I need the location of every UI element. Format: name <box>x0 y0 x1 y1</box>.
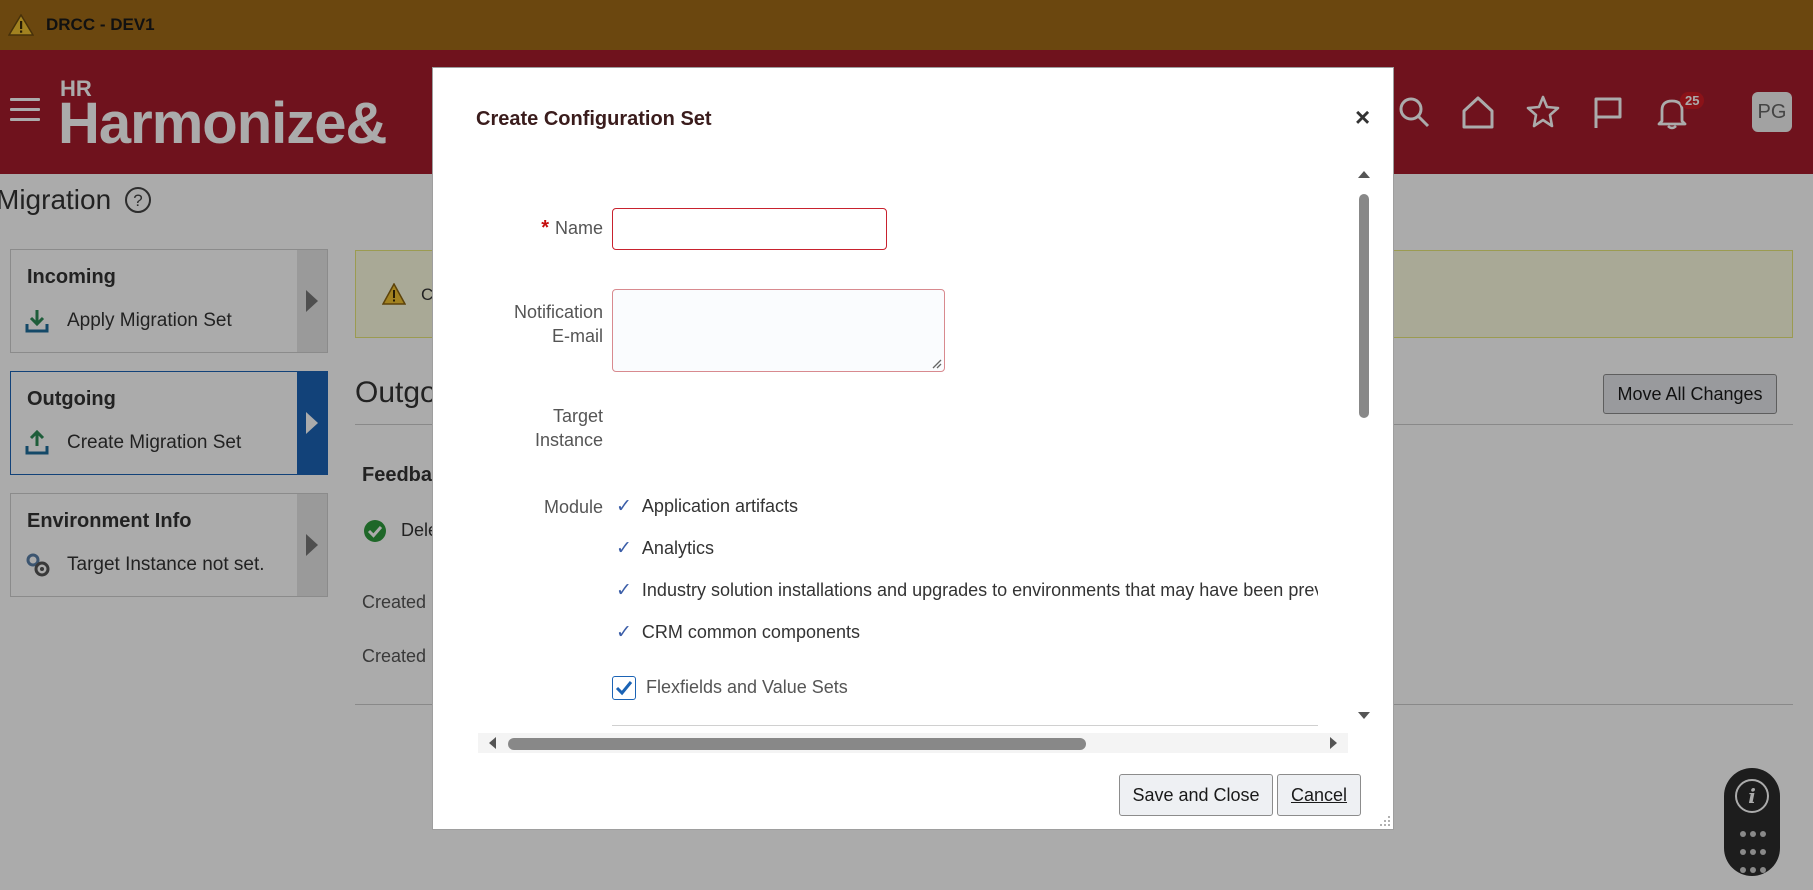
scroll-down-icon[interactable] <box>1357 710 1371 722</box>
cancel-button[interactable]: Cancel <box>1277 774 1361 816</box>
name-label-text: Name <box>554 218 603 238</box>
vertical-scrollbar[interactable] <box>1355 168 1373 728</box>
email-label-line2: E-mail <box>551 326 603 346</box>
notification-email-textarea[interactable] <box>612 289 945 372</box>
create-configuration-set-dialog: Create Configuration Set × * Name Notific… <box>432 67 1394 830</box>
module-list: ✓ Application artifacts ✓ Analytics ✓ Indus… <box>612 463 1318 683</box>
checkmark-icon: ✓ <box>616 496 632 517</box>
module-label-text: Analytics <box>641 538 714 558</box>
scroll-right-icon[interactable] <box>1328 736 1340 750</box>
module-label-text: CRM common components <box>641 622 860 642</box>
module-label: Module <box>543 497 603 517</box>
close-icon[interactable]: × <box>1355 104 1370 130</box>
module-item: ✓ Analytics <box>616 537 714 560</box>
name-label: * Name <box>463 216 603 240</box>
resize-handle-icon[interactable] <box>930 357 942 369</box>
module-label-text: Application artifacts <box>641 496 798 516</box>
horizontal-scroll-thumb[interactable] <box>508 738 1086 750</box>
target-instance-label: Target Instance <box>463 404 603 452</box>
checkmark-icon: ✓ <box>616 538 632 559</box>
scroll-up-icon[interactable] <box>1357 168 1371 180</box>
email-label-line1: Notification <box>513 302 603 322</box>
checkbox-check-icon <box>615 681 633 696</box>
checkmark-icon: ✓ <box>616 580 632 601</box>
target-label-line2: Instance <box>534 430 603 450</box>
divider <box>612 725 1318 726</box>
dialog-title: Create Configuration Set <box>476 108 712 130</box>
horizontal-scrollbar[interactable] <box>478 733 1348 753</box>
flexfields-checkbox[interactable] <box>612 676 636 700</box>
flexfields-label: Flexfields and Value Sets <box>646 677 848 697</box>
save-and-close-button[interactable]: Save and Close <box>1119 774 1273 816</box>
scroll-left-icon[interactable] <box>486 736 498 750</box>
checkmark-icon: ✓ <box>616 622 632 643</box>
vertical-scroll-thumb[interactable] <box>1359 194 1369 418</box>
target-label-line1: Target <box>552 406 603 426</box>
module-item: ✓ Application artifacts <box>616 495 798 518</box>
module-label-text: Industry solution installations and upgr… <box>641 580 1318 600</box>
required-marker: * <box>541 217 549 239</box>
module-item: ✓ CRM common components <box>616 621 860 644</box>
name-input[interactable] <box>612 208 887 250</box>
notification-email-label: Notification E-mail <box>463 300 603 348</box>
module-item: ✓ Industry solution installations and upg… <box>616 579 1318 602</box>
dialog-resize-icon[interactable] <box>1377 813 1391 827</box>
